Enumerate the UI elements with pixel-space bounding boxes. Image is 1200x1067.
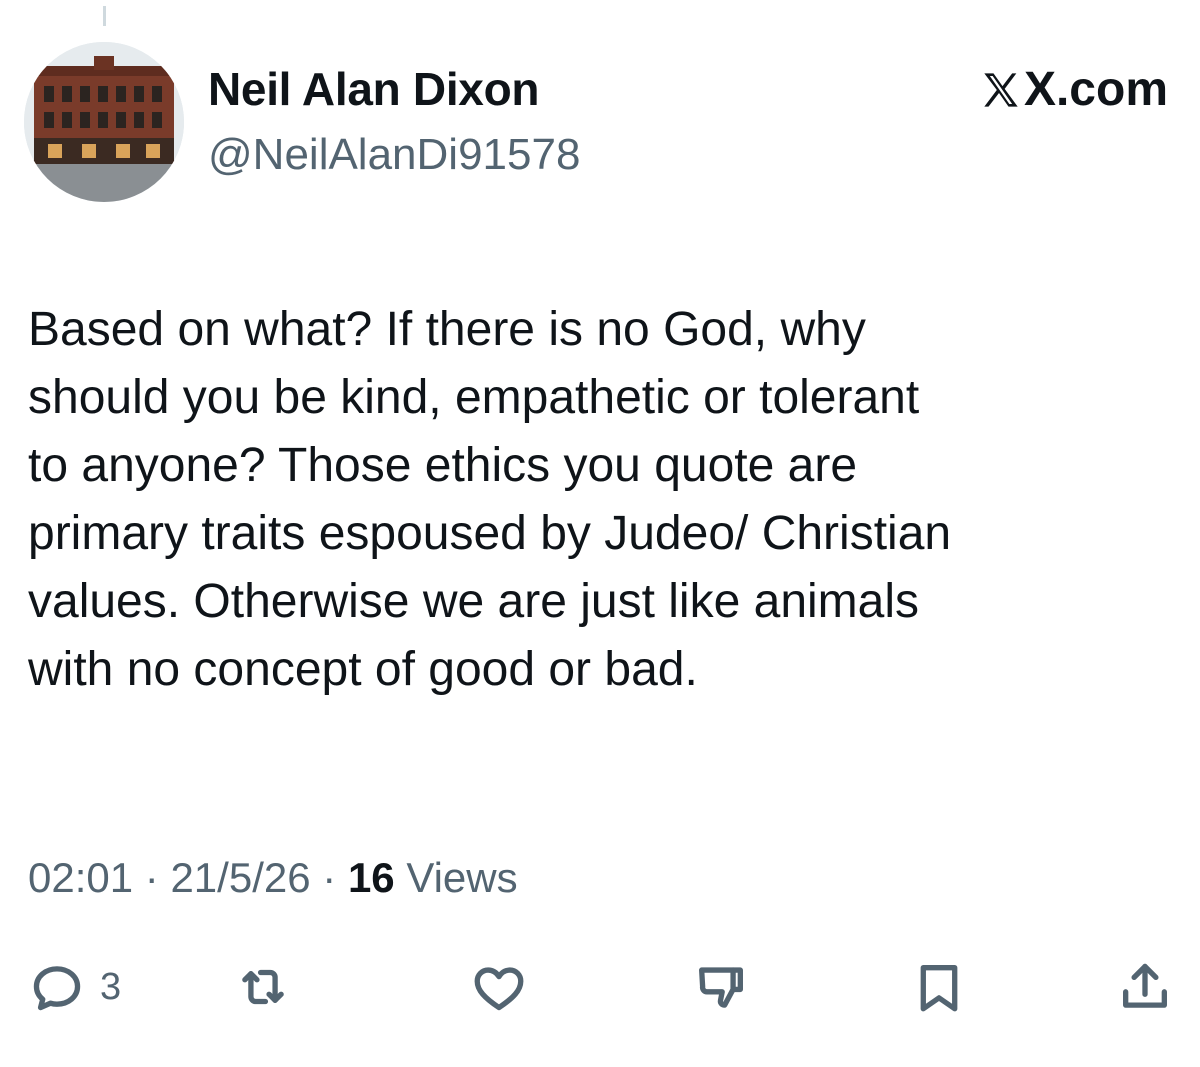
brand-label: X.com (1023, 63, 1168, 116)
brand-logo: X.com (980, 62, 1168, 118)
x-logo-icon (984, 73, 1018, 107)
bookmark-button[interactable] (910, 952, 968, 1022)
share-button[interactable] (1116, 952, 1174, 1022)
tweet-time[interactable]: 02:01 (28, 850, 133, 906)
meta-separator: · (144, 854, 159, 901)
reply-count: 3 (100, 965, 122, 1008)
views-label: Views (406, 854, 518, 901)
tweet-text: Based on what? If there is no God, why s… (28, 303, 952, 696)
dislike-button[interactable] (692, 952, 750, 1022)
like-button[interactable] (470, 952, 528, 1022)
thread-connector-line (103, 6, 106, 26)
reply-icon (33, 966, 81, 1011)
avatar[interactable] (24, 42, 184, 202)
avatar-building-photo (24, 42, 184, 202)
meta-separator: · (322, 854, 337, 901)
retweet-button[interactable] (234, 952, 292, 1022)
views-count: 16 (347, 854, 395, 901)
author-display-name[interactable]: Neil Alan Dixon (208, 62, 539, 116)
tweet-metadata: 02:01 · 21/5/26 · 16 Views (28, 850, 518, 906)
author-handle[interactable]: @NeilAlanDi91578 (208, 128, 580, 182)
tweet-action-bar: 3 (0, 952, 1200, 1022)
reply-button[interactable]: 3 (28, 952, 121, 1022)
retweet-icon (242, 969, 284, 1005)
thumbs-down-icon (699, 967, 743, 1008)
bookmark-icon (920, 965, 958, 1012)
share-icon (1123, 963, 1167, 1008)
heart-icon (474, 967, 524, 1011)
tweet-date[interactable]: 21/5/26 (170, 850, 310, 906)
